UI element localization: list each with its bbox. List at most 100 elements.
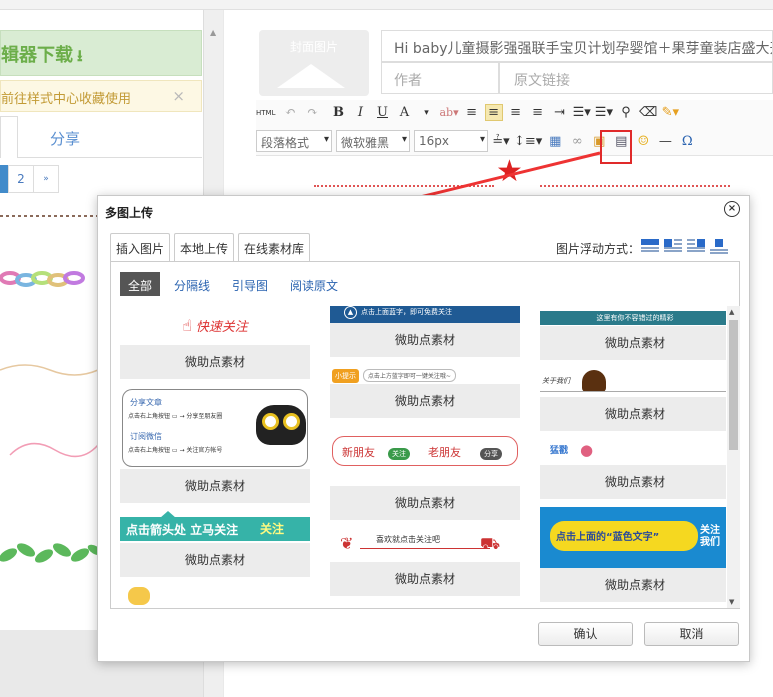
material-text: 订阅微信 (130, 432, 162, 441)
horizontal-rule-icon[interactable]: — (656, 134, 674, 149)
material-item[interactable]: 这里有你不容错过的精彩 微助点素材 (540, 306, 726, 360)
highlight-color-icon[interactable]: ab▾ (439, 106, 458, 119)
style-thumbnails[interactable] (0, 210, 98, 630)
align-right-icon[interactable]: ≡ (507, 105, 525, 120)
redo-icon[interactable]: ↷ (303, 105, 321, 120)
font-family-select[interactable]: 微软雅黑 (336, 130, 410, 152)
star-icon: ★ (496, 154, 523, 189)
material-item[interactable]: 点击上面的“蓝色文字” 关注我们 微助点素材 (540, 507, 726, 602)
download-banner-label: 辑器下载 (1, 45, 73, 66)
align-center-icon[interactable]: ≡ (484, 104, 503, 121)
material-text: 分享 (480, 448, 502, 460)
dialog-tabs: 插入图片 本地上传 在线素材库 (110, 233, 314, 262)
float-left-icon[interactable] (664, 237, 682, 253)
filter-all[interactable]: 全部 (120, 272, 161, 296)
material-preview: 关于我们 (540, 368, 726, 397)
image-float-options (641, 237, 733, 254)
material-text: 猛戳 (550, 446, 569, 456)
category-filters: 全部 分隔线 引导图 阅读原文 (120, 272, 352, 296)
cancel-button[interactable]: 取消 (644, 622, 739, 646)
emoji-icon[interactable]: ☺ (634, 134, 652, 149)
cover-image-placeholder[interactable]: 封面图片 (259, 30, 369, 96)
material-caption: 微助点素材 (540, 465, 726, 499)
underline-button[interactable]: U (373, 105, 391, 120)
scroll-down-icon[interactable]: ▼ (729, 598, 734, 606)
indent-icon[interactable]: ⇥ (551, 105, 569, 120)
italic-button[interactable]: I (351, 105, 369, 120)
filter-divider[interactable]: 分隔线 (166, 272, 218, 296)
ordered-list-icon[interactable]: ☰▾ (595, 105, 613, 120)
material-item[interactable] (120, 585, 310, 608)
confirm-button[interactable]: 确认 (538, 622, 633, 646)
material-item[interactable]: ▲ 点击上面蓝字，即可免费关注 微助点素材 (330, 306, 520, 357)
scroll-up-icon[interactable]: ▲ (729, 308, 734, 316)
material-item[interactable]: 微助点素材 (330, 486, 520, 520)
font-size-select[interactable]: 16px (414, 130, 488, 152)
next-page-button[interactable]: » (33, 165, 59, 193)
notice-text[interactable]: 前往样式中心收藏使用 (1, 92, 131, 107)
material-text: 快速关注 (195, 320, 248, 335)
article-title-input[interactable]: Hi baby儿童摄影强强联手宝贝计划孕婴馆＋果芽童装店盛大开 (381, 30, 773, 62)
letter-spacing-icon[interactable]: ↕≡▾ (514, 134, 542, 149)
material-item[interactable]: 关于我们 微助点素材 (540, 368, 726, 431)
material-item[interactable]: 小提示 点击上方蓝字即可一键关注哦~ 微助点素材 (330, 365, 520, 418)
material-text: 点击右上角按钮 ▭ → 关注官方帐号 (128, 447, 223, 454)
close-icon[interactable]: × (724, 201, 740, 217)
download-banner[interactable]: 辑器下载 ⭳ (0, 30, 202, 76)
unordered-list-icon[interactable]: ☰▾ (573, 105, 591, 120)
align-left-icon[interactable]: ≡ (463, 105, 481, 120)
tab-styles[interactable] (0, 116, 18, 158)
scrollbar-thumb[interactable] (729, 320, 738, 450)
special-char-button[interactable]: Ω (678, 134, 696, 149)
material-item[interactable]: 分享文章 点击右上角按钮 ▭ → 分享至朋友圈 订阅微信 点击右上角按钮 ▭ →… (120, 387, 310, 503)
html-button[interactable]: HTML (256, 109, 275, 117)
top-navigation (0, 0, 773, 10)
paragraph-format-select[interactable]: 段落格式 (256, 130, 332, 152)
author-input[interactable]: 作者 (381, 62, 499, 94)
float-center-icon[interactable] (710, 237, 728, 254)
material-text: 分享文章 (130, 398, 162, 407)
table-icon[interactable]: ▦ (546, 134, 564, 149)
material-item[interactable]: ❦ 喜欢就点击关注吧 ⛟ 微助点素材 (330, 528, 520, 596)
find-replace-icon[interactable]: ⚲ (617, 105, 635, 120)
tab-local-upload[interactable]: 本地上传 (174, 233, 235, 261)
font-color-button[interactable]: A (395, 105, 413, 120)
line-height-icon[interactable]: ≟▾ (492, 134, 510, 149)
cat-face-icon (256, 405, 306, 445)
separator-dotted-line (540, 185, 730, 187)
material-caption: 微助点素材 (540, 326, 726, 360)
material-text: 点击上方蓝字即可一键关注哦~ (362, 369, 456, 382)
float-right-icon[interactable] (687, 237, 705, 253)
bold-button[interactable]: B (329, 105, 347, 120)
left-panel-tabs: 分享 (0, 116, 202, 158)
filter-guide-image[interactable]: 引导图 (224, 272, 276, 296)
material-item[interactable]: 新朋友 关注 老朋友 分享 (330, 426, 520, 476)
notice-close-icon[interactable]: × (172, 87, 185, 105)
eraser-icon[interactable]: ⌫ (639, 105, 657, 120)
filter-read-original[interactable]: 阅读原文 (282, 272, 346, 296)
multi-image-upload-dialog: 多图上传 × 插入图片 本地上传 在线素材库 图片浮动方式： 全部 分隔线 引导… (97, 195, 750, 662)
pagination: 2 » (0, 165, 59, 193)
page-2-button[interactable]: 2 (8, 165, 34, 193)
material-caption: 微助点素材 (540, 397, 726, 431)
float-none-icon[interactable] (641, 237, 659, 253)
link-icon[interactable]: ∞ (568, 134, 586, 149)
material-text: 点击上面蓝字，即可免费关注 (361, 308, 452, 316)
material-caption: 微助点素材 (120, 543, 310, 577)
undo-icon[interactable]: ↶ (281, 105, 299, 120)
toolbar-row-2: 段落格式 微软雅黑 16px ≟▾ ↕≡▾ ▦ ∞ ▣ ▤ ☺ — Ω (256, 130, 700, 152)
material-item[interactable]: 点击箭头处 立马关注 关注 微助点素材 (120, 511, 310, 577)
tab-online-library[interactable]: 在线素材库 (238, 233, 311, 262)
material-item[interactable]: ☝ 快速关注 微助点素材 (120, 306, 310, 379)
material-grid-scrollbar[interactable]: ▲ ▼ (727, 306, 740, 608)
material-item[interactable]: 猛戳 ● 微助点素材 (540, 439, 726, 499)
tab-share[interactable]: 分享 (50, 128, 80, 149)
magic-wand-icon[interactable]: ✎▾ (661, 105, 679, 120)
align-justify-icon[interactable]: ≡ (529, 105, 547, 120)
tab-insert-image[interactable]: 插入图片 (110, 233, 171, 261)
chevron-down-icon[interactable]: ▾ (417, 108, 435, 118)
scroll-up-icon[interactable]: ▲ (210, 28, 216, 37)
material-preview: ☝ 快速关注 (120, 306, 310, 345)
online-library-panel: 全部 分隔线 引导图 阅读原文 ☝ 快速关注 微助点素材 分享文章 点击右上角按… (110, 261, 740, 609)
source-link-input[interactable]: 原文链接 (499, 62, 773, 94)
